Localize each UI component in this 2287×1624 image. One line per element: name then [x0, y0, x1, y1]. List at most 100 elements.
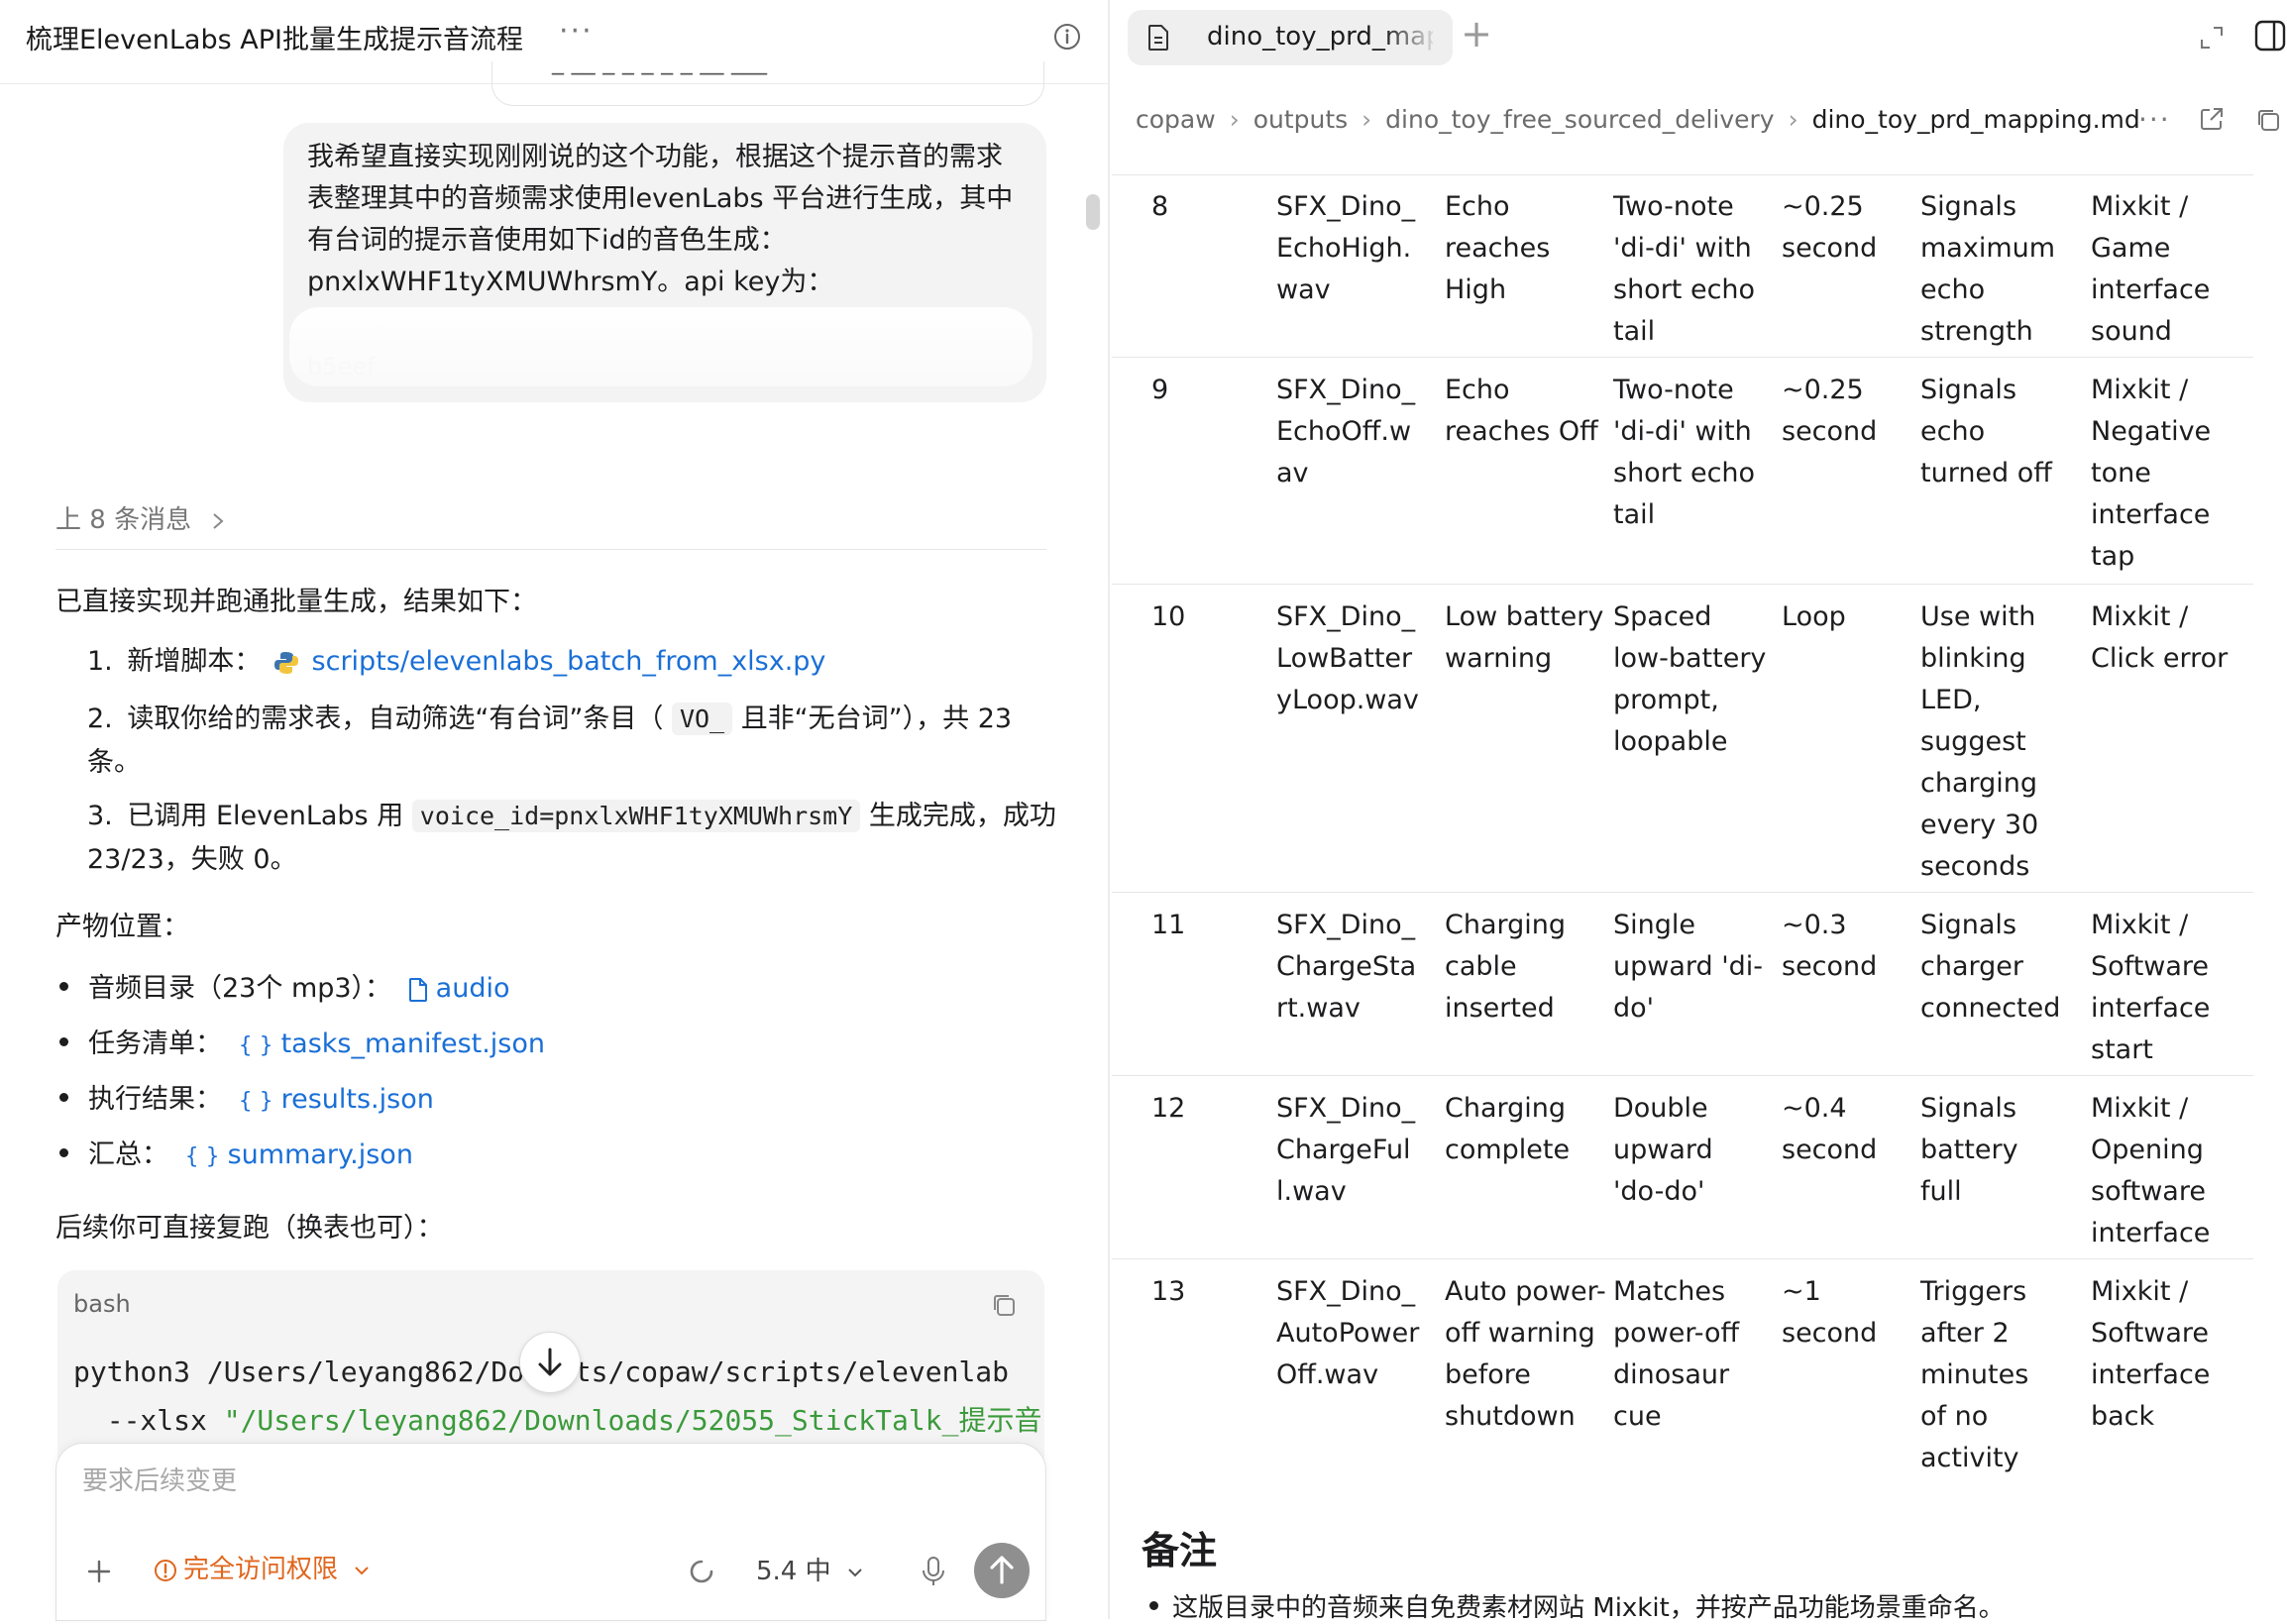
microphone-icon[interactable]	[919, 1555, 948, 1588]
cell-duration: ~0.3 second	[1782, 910, 1878, 982]
code-language: bash	[73, 1290, 131, 1318]
warning-icon	[155, 1559, 176, 1581]
breadcrumb-item[interactable]: copaw	[1136, 105, 1216, 134]
composer: 完全访问权限 5.4 中	[55, 1443, 1046, 1621]
cell-duration: Loop	[1782, 601, 1846, 632]
list-item: 音频目录（23个 mp3）： audio	[59, 967, 509, 1011]
cell-purpose: Signals charger connected	[1920, 910, 2061, 1024]
cell-event: Charging complete	[1445, 1093, 1571, 1165]
loading-spinner-icon	[690, 1560, 713, 1583]
output-label: 音频目录（23个 mp3）：	[88, 973, 392, 1004]
previous-message-stub: _ __ _ _ _ _ _ __ ___	[491, 61, 1044, 106]
user-message-text: 我希望直接实现刚刚说的这个功能，根据这个提示音的需求表整理其中的音频需求使用le…	[307, 142, 1014, 297]
chevron-right-icon: ›	[1361, 105, 1372, 134]
cell-event: Echo reaches High	[1445, 191, 1551, 305]
cell-no: 12	[1151, 1093, 1186, 1124]
results-link[interactable]: results.json	[281, 1084, 434, 1115]
list-item: 任务清单： { } tasks_manifest.json	[59, 1023, 545, 1068]
table-row: 11 SFX_Dino_ChargeStart.wav Charging cab…	[1112, 893, 2253, 1076]
cell-sound: Two-note 'di-di' with short echo tail	[1613, 375, 1756, 530]
arrow-down-icon	[538, 1348, 562, 1376]
code-line: --xlsx "/Users/leyang862/Downloads/52055…	[73, 1399, 1042, 1439]
conversation-more-button[interactable]: ···	[559, 14, 594, 49]
bullet	[59, 982, 68, 991]
scroll-to-bottom-button[interactable]	[519, 1332, 581, 1393]
cell-no: 10	[1151, 601, 1186, 632]
chevron-right-icon	[213, 512, 224, 529]
python-file-icon	[273, 651, 298, 674]
list-text: 读取你给的需求表，自动筛选“有台词”条目（	[127, 704, 664, 734]
previous-messages-label: 上 8 条消息	[55, 505, 192, 535]
list-item: 3. 已调用 ElevenLabs 用 voice_id=pnxlxWHF1ty…	[87, 795, 1058, 882]
cell-duration: ~0.4 second	[1782, 1093, 1878, 1165]
copy-icon[interactable]	[2253, 105, 2283, 135]
json-icon: { }	[184, 1144, 220, 1169]
model-label: 5.4 中	[756, 1557, 831, 1586]
cell-duration: ~0.25 second	[1782, 375, 1878, 447]
breadcrumb-item[interactable]: dino_toy_free_sourced_delivery	[1385, 105, 1774, 134]
send-button[interactable]	[974, 1543, 1030, 1598]
expand-icon[interactable]	[2198, 24, 2226, 52]
table-row: 13 SFX_Dino_AutoPowerOff.wav Auto power-…	[1112, 1259, 2253, 1485]
output-label: 汇总：	[88, 1139, 168, 1170]
cell-sound: Double upward 'do-do'	[1613, 1093, 1713, 1207]
tab-document[interactable]: dino_toy_prd_mapping.md	[1128, 10, 1453, 65]
summary-link[interactable]: summary.json	[228, 1139, 413, 1170]
list-item: 汇总： { } summary.json	[59, 1134, 413, 1179]
model-selector[interactable]: 5.4 中	[756, 1551, 865, 1587]
new-tab-button[interactable]: +	[1455, 12, 1498, 55]
list-item: 2. 读取你给的需求表，自动筛选“有台词”条目（ VO_ 且非“无台词”），共 …	[87, 698, 1038, 785]
table-row: 8 SFX_Dino_EchoHigh.wav Echo reaches Hig…	[1112, 174, 2253, 358]
cell-purpose: Use with blinking LED, suggest charging …	[1920, 601, 2039, 882]
cell-source: Mixkit / Software interface start	[2091, 910, 2211, 1065]
bullet	[59, 1093, 68, 1102]
tab-fade	[1383, 10, 1453, 65]
tasks-manifest-link[interactable]: tasks_manifest.json	[281, 1029, 545, 1059]
previous-messages-link[interactable]: 上 8 条消息	[55, 499, 227, 536]
table-row: 10 SFX_Dino_LowBatteryLoop.wav Low batte…	[1112, 585, 2253, 893]
list-text: 新增脚本：	[127, 646, 262, 677]
cell-event: Echo reaches Off	[1445, 375, 1598, 447]
file-icon	[408, 977, 427, 1002]
outputs-label: 产物位置：	[55, 912, 189, 942]
cell-sound: Two-note 'di-di' with short echo tail	[1613, 191, 1756, 347]
chevron-down-icon	[848, 1568, 862, 1576]
code-string: "/Users/leyang862/Downloads/52055_StickT…	[223, 1404, 1042, 1437]
message-input[interactable]	[80, 1465, 1016, 1497]
json-icon: { }	[238, 1089, 273, 1114]
cell-source: Mixkit / Software interface back	[2091, 1276, 2211, 1432]
table-row: 9 SFX_Dino_EchoOff.wav Echo reaches Off …	[1112, 358, 2253, 585]
cell-purpose: Triggers after 2 minutes of no activity	[1920, 1276, 2029, 1473]
cell-source: Mixkit / Negative tone interface tap	[2091, 375, 2212, 572]
output-label: 任务清单：	[88, 1029, 222, 1059]
sidebar-toggle-icon[interactable]	[2253, 18, 2287, 54]
script-link[interactable]: scripts/elevenlabs_batch_from_xlsx.py	[312, 646, 826, 677]
conversation-title[interactable]: 梳理ElevenLabs API批量生成提示音流程	[26, 18, 523, 56]
bullet	[1149, 1601, 1158, 1610]
cell-file: SFX_Dino_AutoPowerOff.wav	[1276, 1276, 1420, 1390]
copy-icon[interactable]	[989, 1290, 1019, 1320]
cell-no: 13	[1151, 1276, 1186, 1307]
document-icon	[1148, 25, 1168, 51]
permission-dropdown[interactable]: 完全访问权限	[154, 1549, 372, 1585]
list-text: 已调用 ElevenLabs 用	[127, 801, 404, 831]
cell-event: Charging cable inserted	[1445, 910, 1567, 1024]
info-icon[interactable]	[1052, 22, 1082, 52]
chat-scrollbar-thumb[interactable]	[1086, 194, 1100, 230]
cell-no: 8	[1151, 191, 1169, 222]
cell-purpose: Signals maximum echo strength	[1920, 191, 2056, 347]
audio-folder-link[interactable]: audio	[436, 973, 510, 1004]
rerun-label: 后续你可直接复跑（换表也可）：	[55, 1213, 444, 1244]
document-more-button[interactable]: ···	[2138, 103, 2171, 136]
cell-source: Mixkit / Click error	[2091, 601, 2229, 674]
table-row: 12 SFX_Dino_ChargeFull.wav Charging comp…	[1112, 1076, 2253, 1259]
assistant-intro: 已直接实现并跑通批量生成，结果如下：	[55, 587, 537, 617]
open-external-icon[interactable]	[2198, 105, 2226, 133]
cell-sound: Matches power-off dinosaur cue	[1613, 1276, 1740, 1432]
breadcrumb-item[interactable]: outputs	[1253, 105, 1348, 134]
list-number: 2.	[87, 704, 113, 734]
add-attachment-button[interactable]	[84, 1557, 114, 1586]
list-item: 这版目录中的音频来自免费素材网站 Mixkit，并按产品功能场景重命名。	[1149, 1587, 2005, 1624]
cell-no: 9	[1151, 375, 1169, 405]
cell-file: SFX_Dino_ChargeStart.wav	[1276, 910, 1417, 1024]
